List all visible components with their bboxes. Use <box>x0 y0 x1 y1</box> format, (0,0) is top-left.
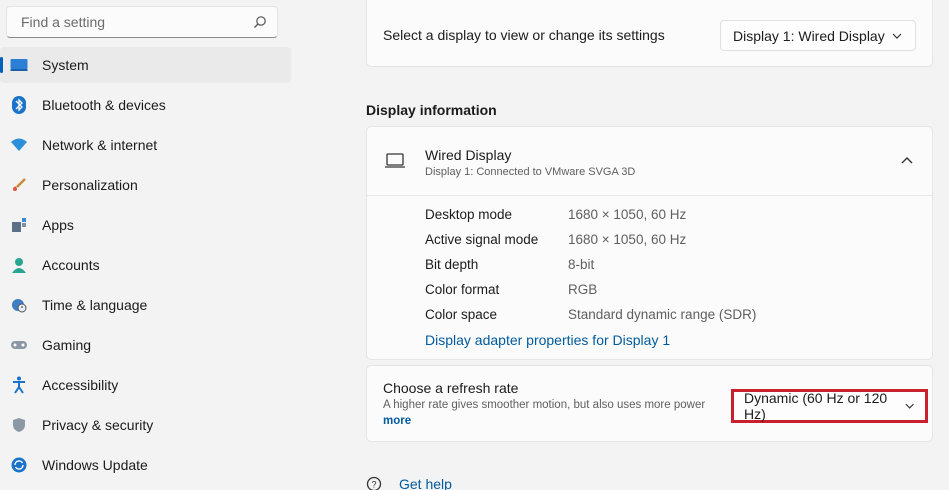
get-help-link[interactable]: Get help <box>399 476 452 490</box>
info-key: Desktop mode <box>425 207 513 222</box>
refresh-rate-dropdown[interactable]: Dynamic (60 Hz or 120 Hz) <box>731 389 928 423</box>
info-key: Bit depth <box>425 257 479 272</box>
sidebar-item-privacy[interactable]: Privacy & security <box>0 407 291 443</box>
sidebar: System Bluetooth & devices Network & int… <box>0 0 300 490</box>
section-title: Display information <box>366 102 497 118</box>
gamepad-icon <box>10 336 28 354</box>
chevron-down-icon <box>905 403 914 409</box>
sidebar-item-gaming[interactable]: Gaming <box>0 327 291 363</box>
display-select-text: Select a display to view or change its s… <box>383 27 665 43</box>
brush-icon <box>10 176 28 194</box>
refresh-rate-value: Dynamic (60 Hz or 120 Hz) <box>744 390 888 422</box>
sidebar-item-network[interactable]: Network & internet <box>0 127 291 163</box>
sidebar-item-label: Network & internet <box>42 137 158 153</box>
info-value: 1680 × 1050, 60 Hz <box>568 232 687 247</box>
search-icon[interactable] <box>253 15 267 29</box>
bluetooth-icon <box>10 96 28 114</box>
monitor-icon <box>385 153 405 168</box>
display-title: Wired Display <box>425 147 512 163</box>
sidebar-nav: System Bluetooth & devices Network & int… <box>0 47 291 487</box>
sidebar-item-label: System <box>42 57 89 73</box>
account-icon <box>10 256 28 274</box>
info-key: Color space <box>425 307 498 322</box>
sidebar-item-system[interactable]: System <box>0 47 291 83</box>
adapter-properties-link[interactable]: Display adapter properties for Display 1 <box>425 332 670 348</box>
svg-text:?: ? <box>371 480 376 490</box>
globe-clock-icon <box>10 296 28 314</box>
info-value: Standard dynamic range (SDR) <box>568 307 757 322</box>
info-row: Active signal mode 1680 × 1050, 60 Hz <box>425 232 756 257</box>
info-value: 8-bit <box>568 257 595 272</box>
info-row: Bit depth 8-bit <box>425 257 756 282</box>
info-value: 1680 × 1050, 60 Hz <box>568 207 687 222</box>
system-icon <box>10 56 28 74</box>
sidebar-item-accounts[interactable]: Accounts <box>0 247 291 283</box>
get-help[interactable]: ? Get help <box>366 476 452 490</box>
refresh-rate-title: Choose a refresh rate <box>383 380 519 396</box>
sidebar-item-personalization[interactable]: Personalization <box>0 167 291 203</box>
display-select-value: Display 1: Wired Display <box>733 27 885 44</box>
display-info-header[interactable]: Wired Display Display 1: Connected to VM… <box>367 127 932 196</box>
info-row: Color format RGB <box>425 282 756 307</box>
sidebar-item-label: Time & language <box>42 297 148 313</box>
help-icon: ? <box>366 476 382 490</box>
sidebar-item-label: Personalization <box>42 177 138 193</box>
info-row: Color space Standard dynamic range (SDR) <box>425 307 756 332</box>
shield-icon <box>10 416 28 434</box>
search-box[interactable] <box>6 6 278 38</box>
search-input[interactable] <box>21 14 253 30</box>
info-key: Active signal mode <box>425 232 539 247</box>
info-key: Color format <box>425 282 500 297</box>
display-select-dropdown[interactable]: Display 1: Wired Display <box>720 20 916 51</box>
sidebar-item-label: Windows Update <box>42 457 148 473</box>
refresh-rate-description: A higher rate gives smoother motion, but… <box>383 399 706 411</box>
apps-icon <box>10 216 28 234</box>
refresh-rate-card: Choose a refresh rate A higher rate give… <box>366 365 933 442</box>
sidebar-item-label: Gaming <box>42 337 92 353</box>
sidebar-item-label: Apps <box>42 217 74 233</box>
chevron-down-icon <box>892 33 902 39</box>
sidebar-item-label: Accounts <box>42 257 100 273</box>
sidebar-item-apps[interactable]: Apps <box>0 207 291 243</box>
sidebar-item-label: Privacy & security <box>42 417 154 433</box>
sidebar-item-accessibility[interactable]: Accessibility <box>0 367 291 403</box>
sidebar-item-label: Bluetooth & devices <box>42 97 166 113</box>
accessibility-icon <box>10 376 28 394</box>
sidebar-item-label: Accessibility <box>42 377 119 393</box>
display-subtitle: Display 1: Connected to VMware SVGA 3D <box>425 166 636 178</box>
main-content: Select a display to view or change its s… <box>366 0 933 490</box>
info-row: Desktop mode 1680 × 1050, 60 Hz <box>425 207 756 232</box>
sidebar-item-bluetooth[interactable]: Bluetooth & devices <box>0 87 291 123</box>
display-info-rows: Desktop mode 1680 × 1050, 60 Hz Active s… <box>425 207 756 332</box>
display-select-card: Select a display to view or change its s… <box>366 0 933 67</box>
wifi-icon <box>10 136 28 154</box>
info-value: RGB <box>568 282 598 297</box>
display-info-card: Wired Display Display 1: Connected to VM… <box>366 126 933 360</box>
sidebar-item-time-language[interactable]: Time & language <box>0 287 291 323</box>
chevron-up-icon[interactable] <box>900 155 914 165</box>
learn-more-link[interactable]: more <box>383 415 411 427</box>
sidebar-item-windows-update[interactable]: Windows Update <box>0 447 291 483</box>
update-icon <box>10 456 28 474</box>
